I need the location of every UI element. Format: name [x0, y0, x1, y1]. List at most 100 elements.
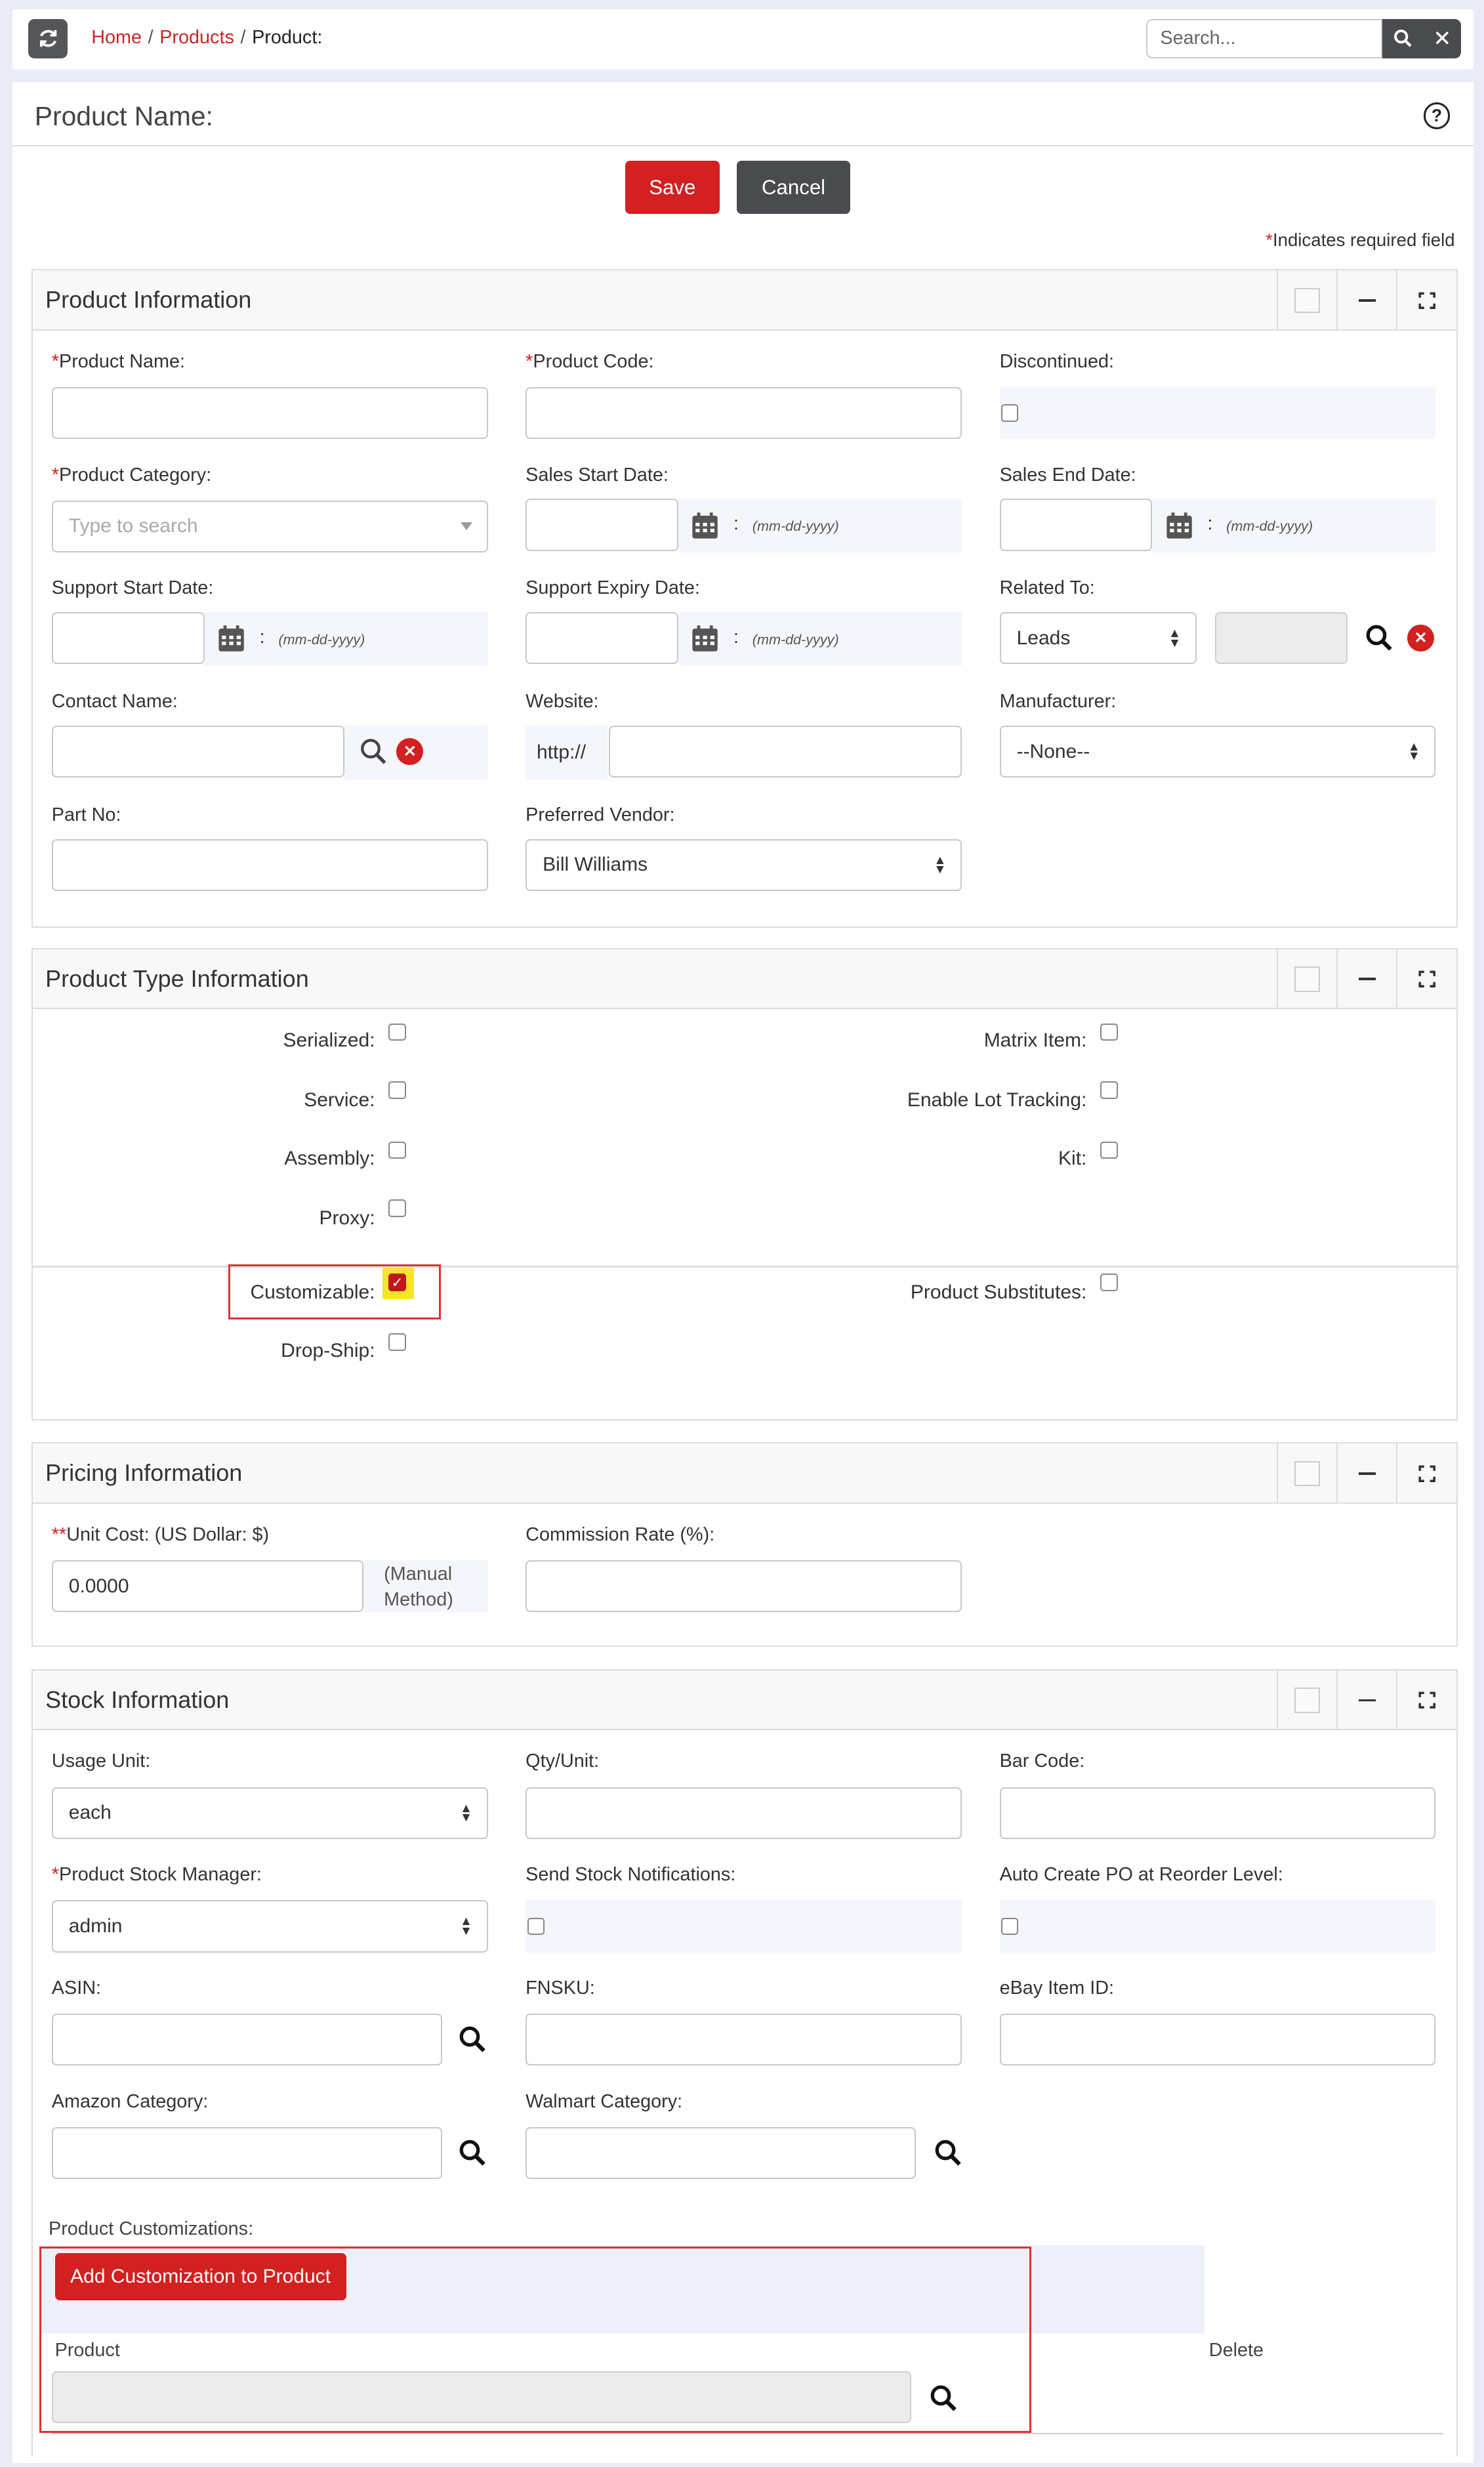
- search-icon[interactable]: [1365, 623, 1393, 652]
- product-name-input[interactable]: [51, 386, 488, 440]
- assembly-label: Assembly:: [284, 1148, 375, 1170]
- cancel-button[interactable]: Cancel: [737, 160, 850, 215]
- collapse-button[interactable]: [1336, 949, 1396, 1009]
- auto-create-po-checkbox[interactable]: [1000, 1917, 1019, 1936]
- page-title: Product Name:: [34, 100, 213, 131]
- help-icon[interactable]: ?: [1423, 102, 1451, 129]
- related-to-select[interactable]: Leads ▲ ▼: [999, 612, 1197, 665]
- breadcrumb-products[interactable]: Products: [159, 27, 234, 48]
- product-code-label: *Product Code:: [526, 350, 654, 372]
- drop-ship-checkbox[interactable]: [388, 1333, 406, 1351]
- product-category-select[interactable]: Type to search: [51, 500, 488, 552]
- matrix-item-checkbox[interactable]: [1100, 1023, 1118, 1041]
- collapse-button[interactable]: [1336, 1670, 1396, 1731]
- support-start-date-label: Support Start Date:: [51, 577, 214, 599]
- manufacturer-label: Manufacturer:: [999, 691, 1117, 713]
- chevron-down-icon: [460, 522, 472, 530]
- commission-rate-input[interactable]: [526, 1560, 962, 1613]
- calendar-icon[interactable]: [691, 512, 719, 540]
- product-name-label: *Product Name:: [51, 350, 186, 372]
- enable-lot-tracking-label: Enable Lot Tracking:: [907, 1089, 1087, 1111]
- fnsku-input[interactable]: [526, 2014, 962, 2066]
- calendar-icon[interactable]: [217, 625, 245, 653]
- kit-checkbox[interactable]: [1100, 1141, 1118, 1159]
- stock-manager-select[interactable]: admin ▲ ▼: [51, 1900, 488, 1953]
- website-input[interactable]: [609, 725, 962, 778]
- qty-unit-label: Qty/Unit:: [526, 1751, 600, 1772]
- panel-select-checkbox[interactable]: [1276, 270, 1336, 331]
- bar-code-input[interactable]: [999, 1787, 1436, 1839]
- product-substitutes-label: Product Substitutes:: [910, 1281, 1087, 1304]
- refresh-button[interactable]: [28, 18, 68, 58]
- service-label: Service:: [304, 1089, 375, 1111]
- product-code-input[interactable]: [526, 386, 962, 440]
- serialized-label: Serialized:: [283, 1029, 375, 1052]
- expand-button[interactable]: [1396, 270, 1456, 331]
- select-caret-icon: ▲ ▼: [1407, 739, 1420, 764]
- search-icon[interactable]: [359, 737, 387, 765]
- amazon-category-label: Amazon Category:: [51, 2090, 209, 2112]
- bar-code-label: Bar Code:: [999, 1751, 1085, 1772]
- contact-name-input[interactable]: [51, 725, 345, 778]
- sales-end-date-input[interactable]: [999, 499, 1153, 551]
- search-icon[interactable]: [458, 2025, 486, 2053]
- breadcrumb-home[interactable]: Home: [91, 27, 142, 48]
- product-information-panel: Product Information *Product Name: *Prod…: [31, 269, 1458, 928]
- expand-button[interactable]: [1396, 949, 1456, 1009]
- date-format-hint: (mm-dd-yyyy): [278, 631, 365, 648]
- calendar-icon[interactable]: [691, 625, 719, 653]
- customizable-checkbox[interactable]: ✓: [388, 1274, 406, 1291]
- collapse-button[interactable]: [1336, 270, 1396, 331]
- unit-cost-input[interactable]: [51, 1560, 363, 1613]
- clear-icon[interactable]: ✕: [1407, 625, 1434, 652]
- walmart-category-input[interactable]: [526, 2126, 917, 2180]
- divider: [51, 2432, 1444, 2434]
- save-button[interactable]: Save: [625, 160, 720, 215]
- part-no-input[interactable]: [51, 839, 488, 891]
- search-icon[interactable]: [458, 2138, 486, 2166]
- minus-icon: [1358, 299, 1376, 302]
- support-start-date-input[interactable]: [51, 612, 205, 665]
- expand-button[interactable]: [1396, 1443, 1456, 1504]
- product-substitutes-checkbox[interactable]: [1100, 1274, 1118, 1291]
- date-format-hint: (mm-dd-yyyy): [752, 518, 839, 535]
- asin-input[interactable]: [51, 2014, 442, 2066]
- amazon-category-input[interactable]: [51, 2126, 442, 2180]
- close-search-button[interactable]: ✕: [1423, 18, 1462, 58]
- related-to-record-input: [1215, 612, 1348, 665]
- manufacturer-select[interactable]: --None-- ▲ ▼: [999, 725, 1436, 778]
- send-stock-notifications-label: Send Stock Notifications:: [526, 1864, 736, 1886]
- preferred-vendor-select[interactable]: Bill Williams ▲ ▼: [526, 839, 962, 891]
- send-stock-notifications-checkbox[interactable]: [527, 1917, 545, 1936]
- usage-unit-select[interactable]: each ▲ ▼: [51, 1787, 488, 1839]
- date-separator: :: [259, 626, 265, 648]
- matrix-item-label: Matrix Item:: [983, 1029, 1087, 1052]
- service-checkbox[interactable]: [388, 1081, 406, 1099]
- discontinued-checkbox[interactable]: [1000, 404, 1019, 422]
- calendar-icon[interactable]: [1165, 512, 1193, 540]
- global-search-button[interactable]: [1382, 18, 1424, 58]
- search-icon[interactable]: [934, 2138, 962, 2166]
- proxy-checkbox[interactable]: [388, 1199, 406, 1217]
- discontinued-label: Discontinued:: [999, 350, 1115, 372]
- highlight-box: [39, 2247, 1031, 2433]
- serialized-checkbox[interactable]: [388, 1023, 406, 1041]
- panel-select-checkbox[interactable]: [1276, 1670, 1336, 1731]
- panel-select-checkbox[interactable]: [1276, 949, 1336, 1009]
- panel-header: Stock Information: [32, 1670, 1457, 1731]
- expand-button[interactable]: [1396, 1670, 1456, 1731]
- collapse-button[interactable]: [1336, 1443, 1396, 1504]
- divider: [12, 144, 1474, 147]
- breadcrumb-current: Product:: [252, 26, 323, 48]
- date-format-hint: (mm-dd-yyyy): [752, 631, 839, 648]
- global-search-input[interactable]: [1146, 18, 1383, 58]
- sales-start-date-input[interactable]: [526, 499, 678, 551]
- usage-unit-label: Usage Unit:: [51, 1751, 151, 1772]
- ebay-item-id-input[interactable]: [999, 2014, 1436, 2066]
- support-expiry-date-input[interactable]: [526, 612, 678, 665]
- enable-lot-tracking-checkbox[interactable]: [1100, 1081, 1118, 1099]
- panel-select-checkbox[interactable]: [1276, 1443, 1336, 1504]
- qty-unit-input[interactable]: [526, 1787, 962, 1839]
- clear-icon[interactable]: ✕: [396, 738, 424, 765]
- assembly-checkbox[interactable]: [388, 1141, 406, 1159]
